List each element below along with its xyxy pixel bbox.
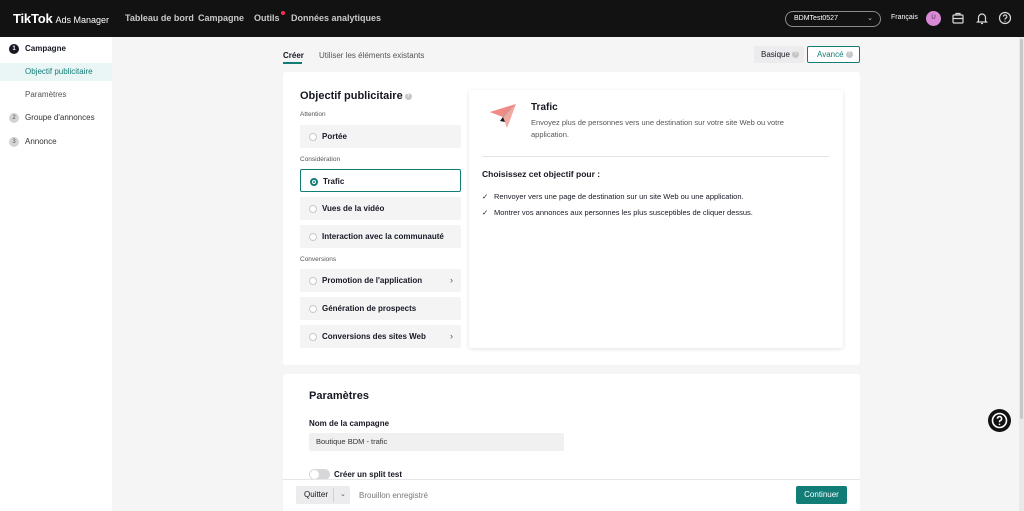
top-bar: TikTok Ads Manager Tableau de bord Campa…: [0, 0, 1024, 37]
detail-bullet: ✓ Montrer vos annonces aux personnes les …: [482, 208, 753, 217]
question-icon[interactable]: ?: [404, 92, 412, 100]
divider: [482, 156, 829, 157]
group-label-attention: Attention: [300, 111, 326, 118]
account-name: BDMTest0527: [794, 15, 838, 22]
option-label: Portée: [322, 132, 347, 141]
radio-button: [309, 305, 317, 313]
chevron-down-icon: ⌄: [867, 15, 873, 22]
objective-option-portee[interactable]: Portée: [300, 125, 461, 148]
briefcase-icon[interactable]: [951, 11, 965, 25]
question-icon: ?: [791, 51, 799, 59]
tab-creer[interactable]: Créer: [283, 51, 304, 60]
option-label: Génération de prospects: [322, 304, 417, 313]
chevron-down-icon[interactable]: ⌄: [340, 486, 346, 504]
option-label: Trafic: [323, 177, 345, 186]
check-icon: ✓: [482, 192, 489, 201]
tiktok-logo[interactable]: TikTok Ads Manager: [13, 11, 109, 26]
radio-button-selected: [310, 178, 318, 186]
tab-active-indicator: [283, 62, 302, 64]
nav-outils-label: Outils: [254, 13, 280, 23]
objective-title: Objectif publicitaire?: [300, 90, 412, 102]
continue-button[interactable]: Continuer: [796, 486, 847, 504]
option-label: Interaction avec la communauté: [322, 232, 444, 241]
draft-status: Brouillon enregistré: [359, 491, 428, 500]
avatar[interactable]: U: [926, 11, 941, 26]
detail-description: Envoyez plus de personnes vers une desti…: [531, 118, 784, 139]
bullet-text: Montrer vos annonces aux personnes les p…: [494, 208, 753, 217]
language-selector[interactable]: Français: [891, 14, 918, 21]
detail-title: Trafic: [531, 102, 558, 113]
sidebar-item-label: Objectif publicitaire: [25, 67, 93, 76]
logo-subtitle: Ads Manager: [55, 15, 110, 25]
mode-basique-button[interactable]: Basique?: [754, 46, 804, 63]
radio-button: [309, 333, 317, 341]
account-selector[interactable]: BDMTest0527 ⌄: [785, 11, 881, 27]
sidebar: 1 Campagne Objectif publicitaire Paramèt…: [0, 37, 112, 511]
detail-choose-heading: Choisissez cet objectif pour :: [482, 169, 601, 179]
step-number: 3: [9, 137, 19, 147]
option-label: Promotion de l'application: [322, 276, 423, 285]
nav-tableau-de-bord[interactable]: Tableau de bord: [125, 13, 194, 23]
logo-text: TikTok: [13, 11, 53, 26]
sidebar-item-label: Paramètres: [25, 90, 67, 99]
step-number: 1: [9, 44, 19, 54]
option-label: Vues de la vidéo: [322, 204, 385, 213]
mode-avance-label: Avancé: [817, 50, 844, 59]
objective-option-conversions-sites-web[interactable]: Conversions des sites Web ›: [300, 325, 461, 348]
detail-bullet: ✓ Renvoyer vers une page de destination s…: [482, 192, 744, 201]
objective-option-trafic[interactable]: Trafic: [300, 169, 461, 192]
tab-utiliser-elements-existants[interactable]: Utiliser les éléments existants: [319, 51, 424, 60]
paper-plane-icon: [490, 104, 516, 128]
radio-button: [309, 233, 317, 241]
check-icon: ✓: [482, 208, 489, 217]
bell-icon[interactable]: [975, 11, 989, 25]
radio-button: [309, 277, 317, 285]
mode-avance-button[interactable]: Avancé?: [807, 46, 860, 63]
nav-donnees-analytiques[interactable]: Données analytiques: [291, 13, 381, 23]
floating-help-button[interactable]: [988, 409, 1011, 432]
parameters-title: Paramètres: [309, 390, 369, 402]
objective-option-promotion-application[interactable]: Promotion de l'application ›: [300, 269, 461, 292]
option-label: Conversions des sites Web: [322, 332, 426, 341]
sidebar-item-label: Annonce: [25, 137, 57, 146]
sidebar-item-parametres[interactable]: Paramètres: [0, 86, 112, 104]
objective-option-interaction-communaute[interactable]: Interaction avec la communauté: [300, 225, 461, 248]
help-icon[interactable]: [998, 11, 1012, 25]
objective-option-vues-video[interactable]: Vues de la vidéo: [300, 197, 461, 220]
radio-button: [309, 205, 317, 213]
campaign-name-input[interactable]: Boutique BDM - trafic: [309, 433, 564, 451]
group-label-conversions: Conversions: [300, 256, 337, 263]
help-icon: [991, 412, 1008, 429]
sidebar-item-label: Groupe d'annonces: [25, 113, 95, 122]
sidebar-item-campagne[interactable]: 1 Campagne: [0, 40, 112, 58]
split-test-label: Créer un split test: [334, 470, 403, 479]
step-number: 2: [9, 113, 19, 123]
chevron-right-icon: ›: [450, 331, 453, 341]
sidebar-item-groupe-annonces[interactable]: 2 Groupe d'annonces: [0, 109, 112, 127]
campaign-name-label: Nom de la campagne: [309, 419, 390, 428]
scrollbar-thumb[interactable]: [1020, 39, 1023, 419]
sidebar-item-label: Campagne: [25, 44, 66, 53]
objective-option-generation-prospects[interactable]: Génération de prospects: [300, 297, 461, 320]
objective-title-text: Objectif publicitaire: [300, 90, 403, 102]
bullet-text: Renvoyer vers une page de destination su…: [494, 192, 744, 201]
mode-basique-label: Basique: [761, 50, 790, 59]
objective-detail-panel: Trafic Envoyez plus de personnes vers un…: [469, 90, 843, 348]
radio-button: [309, 133, 317, 141]
chevron-right-icon: ›: [450, 275, 453, 285]
sidebar-item-annonce[interactable]: 3 Annonce: [0, 133, 112, 151]
group-label-consideration: Considération: [300, 156, 341, 163]
divider: [333, 488, 334, 502]
nav-campagne[interactable]: Campagne: [198, 13, 244, 23]
nav-outils[interactable]: Outils: [254, 11, 285, 23]
sidebar-item-objectif-publicitaire[interactable]: Objectif publicitaire: [0, 63, 112, 81]
notification-dot: [280, 11, 285, 15]
question-icon: ?: [845, 51, 853, 59]
